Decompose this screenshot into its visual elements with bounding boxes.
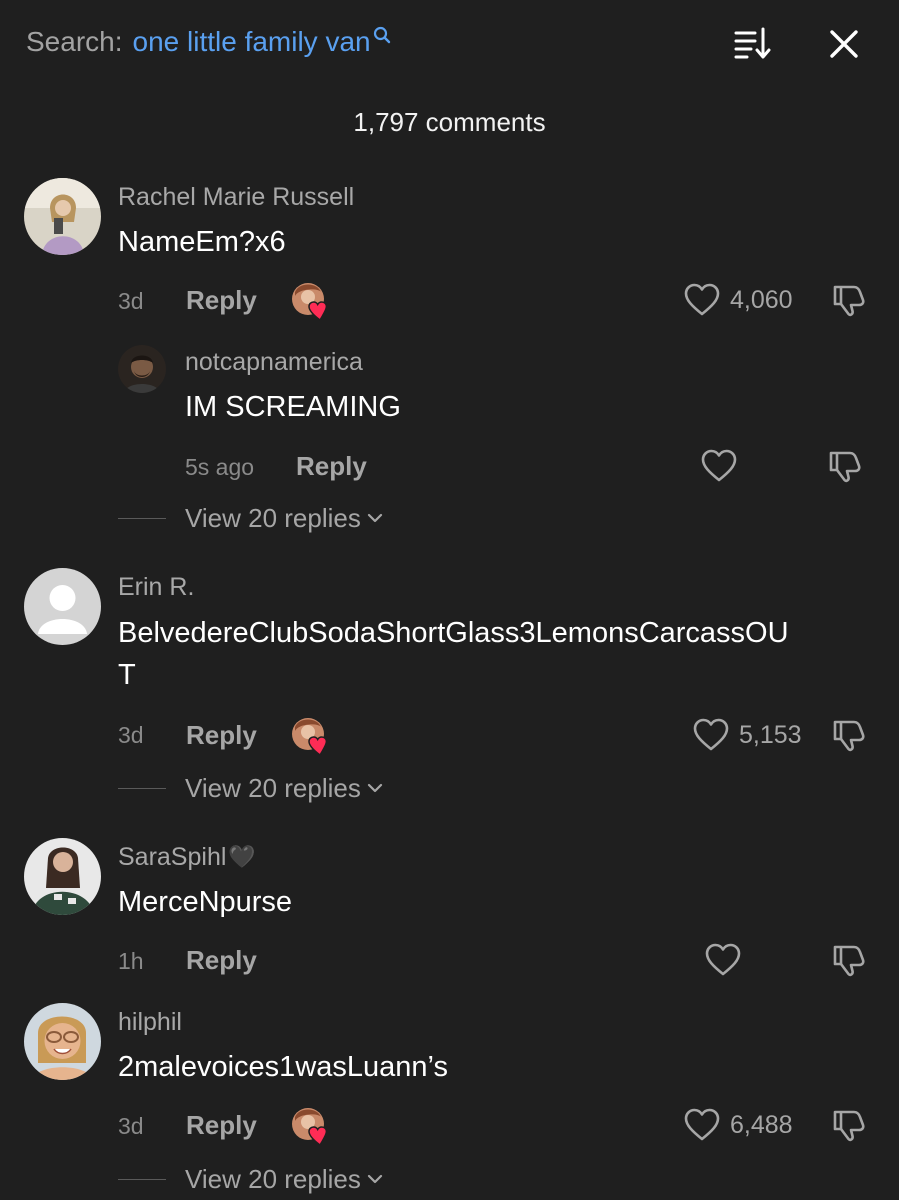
view-replies-button[interactable]: View 20 replies: [185, 773, 383, 803]
thumbs-down-icon[interactable]: [830, 718, 866, 752]
comment-username[interactable]: SaraSpihl: [118, 842, 226, 872]
avatar[interactable]: [118, 345, 166, 393]
avatar[interactable]: [24, 568, 101, 645]
search-bar[interactable]: Search: one little family van: [26, 22, 391, 62]
comment-text: NameEm?x6: [118, 226, 286, 258]
heart-outline-icon[interactable]: [705, 943, 741, 977]
search-label: Search:: [26, 26, 123, 57]
black-heart-icon: 🖤: [228, 844, 256, 870]
thumbs-down-icon[interactable]: [830, 283, 866, 317]
chevron-down-icon: [367, 1174, 383, 1184]
close-icon[interactable]: [826, 26, 862, 62]
reply-button[interactable]: Reply: [186, 945, 257, 975]
comment-time: 3d: [118, 288, 144, 314]
search-icon[interactable]: [373, 26, 391, 44]
reply-button[interactable]: Reply: [186, 285, 257, 315]
view-replies-label: View 20 replies: [185, 1164, 361, 1194]
view-replies-label: View 20 replies: [185, 503, 361, 533]
like-count: 4,060: [730, 286, 793, 314]
comment-time: 3d: [118, 722, 144, 748]
reply-button[interactable]: Reply: [186, 1110, 257, 1140]
comment-text: MerceNpurse: [118, 886, 293, 918]
creator-liked-avatar-icon: [291, 282, 331, 322]
like-count: 6,488: [730, 1111, 793, 1139]
reply-button[interactable]: Reply: [186, 720, 257, 750]
comment-username[interactable]: Erin R.: [118, 572, 194, 602]
divider: [118, 788, 166, 789]
divider: [118, 1179, 166, 1180]
creator-liked-avatar-icon: [291, 1107, 331, 1147]
thumbs-down-icon[interactable]: [830, 943, 866, 977]
comment-username-row[interactable]: SaraSpihl 🖤: [118, 842, 256, 872]
view-replies-button[interactable]: View 20 replies: [185, 503, 383, 533]
chevron-down-icon: [367, 783, 383, 793]
avatar[interactable]: [24, 838, 101, 915]
comment-time: 3d: [118, 1113, 144, 1139]
comment-time: 1h: [118, 948, 144, 974]
comment-text-line: T: [118, 659, 136, 691]
reply-button[interactable]: Reply: [296, 451, 367, 481]
sort-icon[interactable]: [733, 25, 773, 61]
comment-text-line: BelvedereClubSodaShortGlass3LemonsCarcas…: [118, 617, 789, 649]
heart-outline-icon[interactable]: [684, 1108, 720, 1142]
avatar[interactable]: [24, 178, 101, 255]
like-count: 5,153: [739, 721, 802, 749]
comment-text: BelvedereClubSodaShortGlass3LemonsCarcas…: [118, 615, 878, 693]
comment-username[interactable]: Rachel Marie Russell: [118, 182, 354, 212]
heart-outline-icon[interactable]: [684, 283, 720, 317]
comment-text: 2malevoices1wasLuann’s: [118, 1051, 448, 1083]
search-query[interactable]: one little family van: [133, 22, 371, 62]
reply-text: IM SCREAMING: [185, 391, 401, 423]
comment-username[interactable]: hilphil: [118, 1007, 182, 1037]
heart-outline-icon[interactable]: [701, 449, 737, 483]
thumbs-down-icon[interactable]: [826, 449, 862, 483]
reply-time: 5s ago: [185, 454, 255, 480]
comment-count: 1,797 comments: [353, 107, 546, 137]
thumbs-down-icon[interactable]: [830, 1108, 866, 1142]
view-replies-label: View 20 replies: [185, 773, 361, 803]
creator-liked-avatar-icon: [291, 717, 331, 757]
view-replies-button[interactable]: View 20 replies: [185, 1164, 383, 1194]
reply-username[interactable]: notcapnamerica: [185, 347, 363, 377]
avatar[interactable]: [24, 1003, 101, 1080]
divider: [118, 518, 166, 519]
heart-outline-icon[interactable]: [693, 718, 729, 752]
chevron-down-icon: [367, 513, 383, 523]
